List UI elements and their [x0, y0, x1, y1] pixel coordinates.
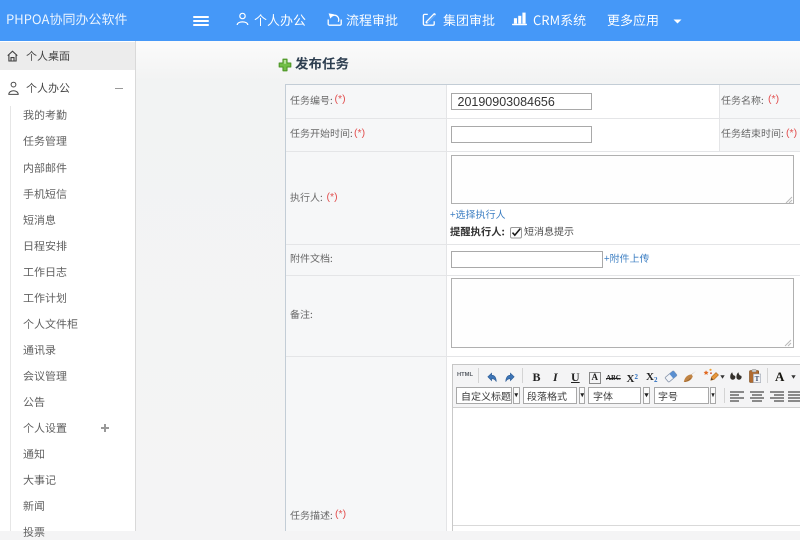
svg-text:T: T	[755, 375, 760, 383]
